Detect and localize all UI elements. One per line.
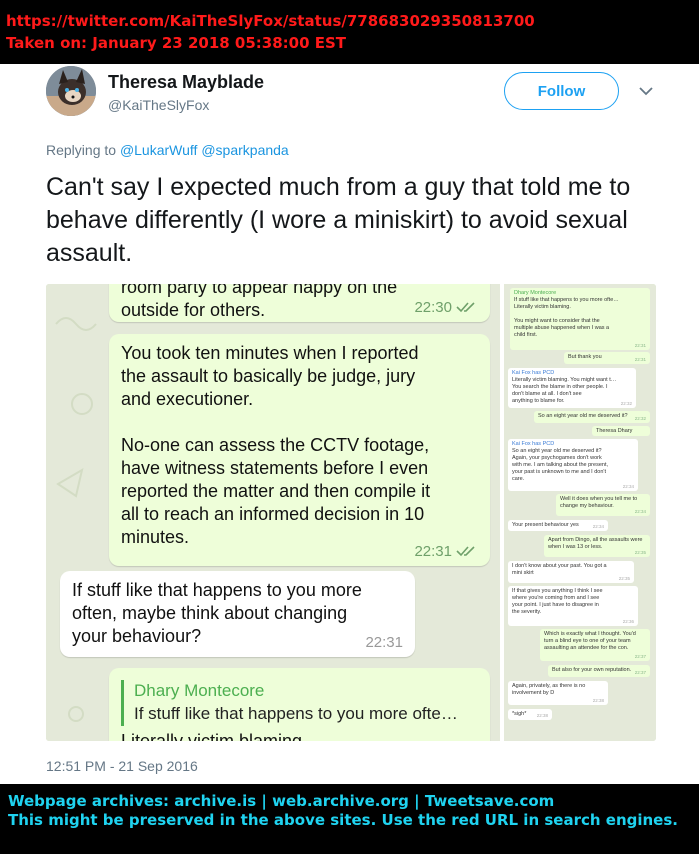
side-chat-text: Well it does when you tell me to change … xyxy=(560,496,638,509)
side-chat-time: 22:31 xyxy=(634,343,646,348)
side-chat-message: I don't know about your past. You got a … xyxy=(508,561,634,583)
author-name[interactable]: Theresa Mayblade xyxy=(108,72,264,93)
side-chat-message: Kai Fox has PCD So an eight year old me d… xyxy=(508,439,638,491)
avatar-image xyxy=(46,66,96,116)
side-chat-text: So an eight year old me deserved it? Aga… xyxy=(512,448,608,482)
side-chat-time: 22:35 xyxy=(618,576,630,581)
chat-message-outgoing: You took ten minutes when I reported the… xyxy=(109,334,490,566)
message-text: Literally victim blaming xyxy=(121,731,303,741)
side-chat-text: Literally victim blaming. You might want… xyxy=(512,377,617,404)
side-chat-time: 22:31 xyxy=(634,357,646,362)
side-chat-text: Theresa Dhary xyxy=(596,428,633,434)
chat-message-outgoing: room party to appear happy on the outsid… xyxy=(109,284,490,322)
side-chat-time: 22:34 xyxy=(622,484,634,489)
side-chat-message: Apart from Dingo, all the assaults were … xyxy=(544,535,650,557)
side-chat-message: Your present behaviour yes 22:34 xyxy=(508,520,608,531)
side-chat-message: Dhary Montecore If stuff like that happen… xyxy=(510,288,650,350)
message-time: 22:31 xyxy=(365,634,403,651)
side-chat-message: Theresa Dhary xyxy=(592,426,650,436)
chat-message-incoming: If stuff like that happens to you more o… xyxy=(60,571,415,657)
message-time: 22:30 xyxy=(414,299,452,316)
side-chat-message: Which is exactly what I thought. You'd t… xyxy=(540,629,650,661)
tweet-url[interactable]: https://twitter.com/KaiTheSlyFox/status/… xyxy=(6,10,699,32)
double-check-icon xyxy=(456,546,475,557)
side-chat-text: Again, privately, as there is no involve… xyxy=(512,683,586,696)
quoted-text: If stuff like that happens to you more o… xyxy=(134,704,458,723)
side-chat-message: *sigh* 22:38 xyxy=(508,709,552,720)
side-chat-time: 22:38 xyxy=(592,698,604,703)
side-chat-text: If stuff like that happens to you more o… xyxy=(514,297,619,338)
mention-link[interactable]: @LukarWuff xyxy=(120,142,198,158)
side-chat-time: 22:34 xyxy=(634,509,646,514)
quoted-author: Dhary Montecore xyxy=(134,681,265,700)
side-chat-text: Which is exactly what I thought. You'd t… xyxy=(544,631,636,651)
follow-button[interactable]: Follow xyxy=(504,72,619,110)
side-chat-message: So an eight year old me deserved it? 22:3… xyxy=(534,411,650,423)
avatar[interactable] xyxy=(46,66,96,116)
archive-header-banner: https://twitter.com/KaiTheSlyFox/status/… xyxy=(0,0,699,64)
replying-prefix: Replying to xyxy=(46,142,117,158)
tweet-text: Can't say I expected much from a guy tha… xyxy=(46,173,631,267)
side-chat-time: 22:35 xyxy=(634,550,646,555)
side-chat-author: Dhary Montecore xyxy=(514,290,557,296)
side-chat-time: 22:36 xyxy=(622,619,634,624)
side-chat-message: Well it does when you tell me to change … xyxy=(556,494,650,516)
side-chat-message: But thank you 22:31 xyxy=(564,352,650,364)
side-chat-text: So an eight year old me deserved it? xyxy=(538,413,628,419)
side-chat-time: 22:32 xyxy=(620,401,632,406)
side-chat-message: But also for your own reputation. 22:37 xyxy=(548,665,650,677)
archive-links: Webpage archives: archive.is | web.archi… xyxy=(8,792,555,810)
side-chat-text: If that gives you anything I think I see… xyxy=(512,588,603,615)
chat-screenshot-main: room party to appear happy on the outsid… xyxy=(46,284,500,741)
side-chat-text: Your present behaviour yes xyxy=(512,522,579,528)
side-chat-time: 22:34 xyxy=(592,524,604,529)
side-chat-time: 22:38 xyxy=(536,713,548,718)
message-text: You took ten minutes when I reported the… xyxy=(121,343,431,547)
side-chat-text: But also for your own reputation. xyxy=(552,667,632,673)
side-chat-author: Kai Fox has PCD xyxy=(512,370,555,376)
archive-footer-banner: Webpage archives: archive.is | web.archi… xyxy=(0,784,699,854)
side-chat-message: Kai Fox has PCD Literally victim blaming.… xyxy=(508,368,636,408)
capture-timestamp: Taken on: January 23 2018 05:38:00 EST xyxy=(6,34,347,52)
side-chat-time: 22:37 xyxy=(634,670,646,675)
author-handle[interactable]: @KaiTheSlyFox xyxy=(108,97,209,113)
side-chat-message: If that gives you anything I think I see… xyxy=(508,586,638,626)
chat-message-outgoing: Dhary Montecore If stuff like that happe… xyxy=(109,668,490,741)
replying-to: Replying to @LukarWuff @sparkpanda xyxy=(46,142,289,158)
side-chat-time: 22:37 xyxy=(634,654,646,659)
chevron-down-icon[interactable] xyxy=(636,84,656,98)
tweet-timestamp[interactable]: 12:51 PM - 21 Sep 2016 xyxy=(46,758,198,774)
message-text: If stuff like that happens to you more o… xyxy=(72,580,362,646)
side-chat-time: 22:32 xyxy=(634,416,646,421)
side-chat-author: Kai Fox has PCD xyxy=(512,441,555,447)
side-chat-text: Apart from Dingo, all the assaults were … xyxy=(548,537,643,550)
mention-link[interactable]: @sparkpanda xyxy=(201,142,288,158)
side-chat-text: I don't know about your past. You got a … xyxy=(512,563,607,576)
message-time: 22:31 xyxy=(414,543,452,560)
tweet-media-image[interactable]: room party to appear happy on the outsid… xyxy=(46,284,656,741)
chat-screenshot-side: Dhary Montecore If stuff like that happen… xyxy=(504,284,656,741)
double-check-icon xyxy=(456,302,475,313)
archive-note: This might be preserved in the above sit… xyxy=(8,811,678,829)
quoted-reply: Dhary Montecore If stuff like that happe… xyxy=(121,680,478,726)
side-chat-message: Again, privately, as there is no involve… xyxy=(508,681,608,705)
